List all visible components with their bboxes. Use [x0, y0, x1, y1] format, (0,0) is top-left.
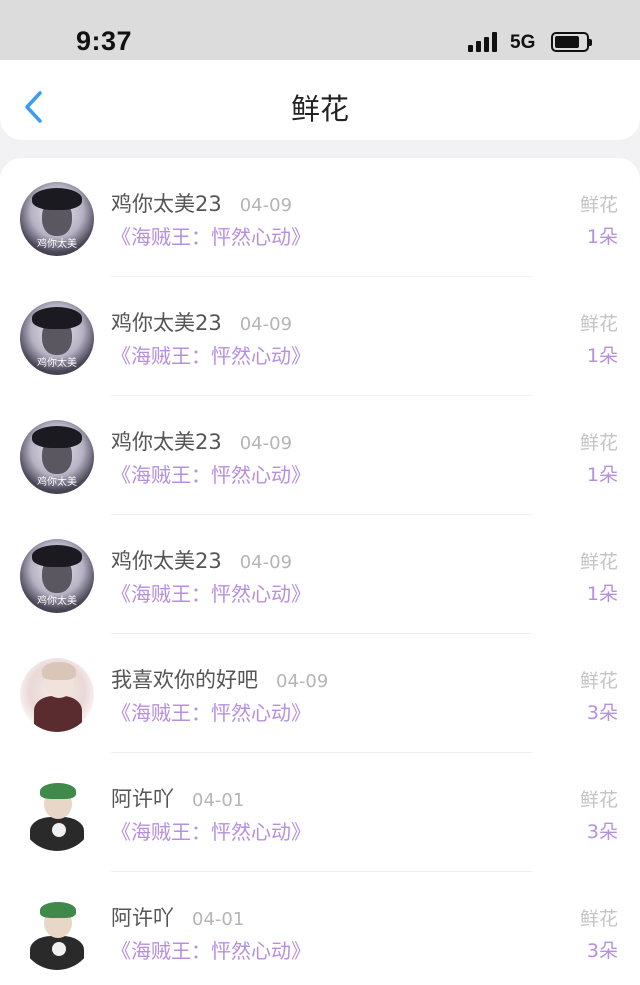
page-title: 鲜花 [290, 92, 349, 126]
list-item[interactable]: 鸡你太美 鸡你太美23 04-09 《海贼王：怦然心动》 鲜花 1朵 [0, 396, 640, 515]
user-name[interactable]: 鸡你太美23 04-09 [111, 545, 292, 575]
user-name[interactable]: 阿许吖 04-01 [111, 902, 244, 932]
work-title[interactable]: 《海贼王：怦然心动》 [111, 578, 311, 607]
network-type: 5G [510, 32, 536, 53]
avatar-caption: 鸡你太美 [37, 239, 77, 250]
avatar[interactable] [20, 777, 94, 851]
avatar-caption: 鸡你太美 [37, 596, 77, 607]
work-title[interactable]: 《海贼王：怦然心动》 [111, 935, 311, 964]
gift-date: 04-01 [192, 790, 245, 811]
user-name[interactable]: 我喜欢你的好吧 04-09 [111, 664, 328, 694]
gift-type: 鲜花 [579, 551, 618, 573]
gift-count: 1朵 [586, 464, 618, 486]
gift-date: 04-09 [276, 671, 329, 692]
avatar-caption: 鸡你太美 [37, 358, 77, 369]
list-item[interactable]: 我喜欢你的好吧 04-09 《海贼王：怦然心动》 鲜花 3朵 [0, 634, 640, 753]
gift-date: 04-09 [239, 552, 293, 573]
avatar[interactable]: 鸡你太美 [20, 420, 94, 494]
gift-type: 鲜花 [579, 789, 618, 811]
work-title[interactable]: 《海贼王：怦然心动》 [111, 340, 311, 369]
list-item[interactable]: 鸡你太美 鸡你太美23 04-09 《海贼王：怦然心动》 鲜花 1朵 [0, 277, 640, 396]
list-item[interactable]: 鸡你太美 鸡你太美23 04-09 《海贼王：怦然心动》 鲜花 1朵 [0, 158, 640, 277]
list-item[interactable]: 阿许吖 04-01 《海贼王：怦然心动》 鲜花 3朵 [0, 753, 640, 872]
work-title[interactable]: 《海贼王：怦然心动》 [111, 459, 311, 488]
avatar[interactable] [20, 896, 94, 970]
gift-count: 3朵 [586, 702, 618, 724]
avatar[interactable]: 鸡你太美 [20, 301, 94, 375]
gift-count: 3朵 [586, 940, 618, 962]
gift-type: 鲜花 [579, 194, 618, 216]
gift-count: 1朵 [586, 226, 618, 248]
gift-count: 1朵 [586, 583, 618, 605]
status-time: 9:37 [76, 26, 133, 56]
gift-date: 04-09 [239, 195, 293, 216]
gift-type: 鲜花 [579, 313, 618, 335]
gift-date: 04-09 [239, 433, 293, 454]
battery-icon [551, 32, 592, 52]
user-name[interactable]: 鸡你太美23 04-09 [111, 188, 292, 218]
list-item[interactable]: 鸡你太美 鸡你太美23 04-09 《海贼王：怦然心动》 鲜花 1朵 [0, 515, 640, 634]
user-name[interactable]: 阿许吖 04-01 [111, 783, 244, 813]
work-title[interactable]: 《海贼王：怦然心动》 [111, 697, 311, 726]
gift-type: 鲜花 [579, 670, 618, 692]
avatar[interactable] [20, 658, 94, 732]
gift-date: 04-01 [192, 909, 245, 930]
gift-type: 鲜花 [579, 908, 618, 930]
avatar[interactable]: 鸡你太美 [20, 539, 94, 613]
status-bar: 9:37 5G [0, 0, 640, 62]
navigation-bar: 鲜花 [0, 60, 640, 140]
user-name[interactable]: 鸡你太美23 04-09 [111, 426, 292, 456]
gift-count: 3朵 [586, 821, 618, 843]
gift-type: 鲜花 [579, 432, 618, 454]
user-name[interactable]: 鸡你太美23 04-09 [111, 307, 292, 337]
gift-date: 04-09 [239, 314, 293, 335]
list-item[interactable]: 阿许吖 04-01 《海贼王：怦然心动》 鲜花 3朵 [0, 872, 640, 985]
gift-count: 1朵 [586, 345, 618, 367]
work-title[interactable]: 《海贼王：怦然心动》 [111, 221, 311, 250]
avatar-caption: 鸡你太美 [37, 477, 77, 488]
work-title[interactable]: 《海贼王：怦然心动》 [111, 816, 311, 845]
signal-icon [468, 32, 502, 52]
flower-list: 鸡你太美 鸡你太美23 04-09 《海贼王：怦然心动》 鲜花 1朵 鸡你太美 鸡… [0, 158, 640, 985]
avatar[interactable]: 鸡你太美 [20, 182, 94, 256]
